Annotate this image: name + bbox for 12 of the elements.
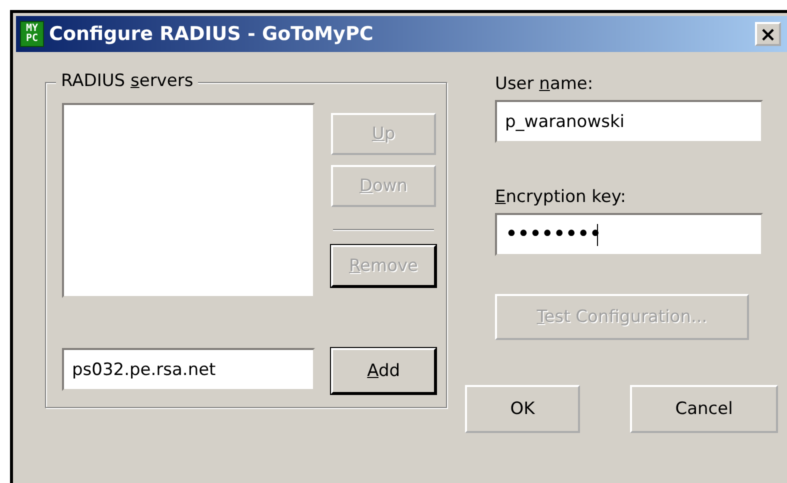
- server-input[interactable]: ps032.pe.rsa.net: [62, 348, 316, 391]
- ok-button[interactable]: OK: [465, 385, 580, 433]
- user-name-field[interactable]: p_waranowski: [495, 100, 763, 143]
- close-button[interactable]: ×: [755, 22, 781, 46]
- app-icon: MY PC: [20, 21, 44, 47]
- field-label: Encryption key:: [495, 187, 627, 207]
- server-list[interactable]: [62, 103, 315, 298]
- group-label: RADIUS servers: [56, 71, 198, 91]
- add-button[interactable]: Add: [331, 348, 436, 394]
- window-title: Configure RADIUS - GoToMyPC: [49, 23, 374, 45]
- cancel-button[interactable]: Cancel: [630, 385, 778, 433]
- field-label: User name:: [495, 74, 594, 94]
